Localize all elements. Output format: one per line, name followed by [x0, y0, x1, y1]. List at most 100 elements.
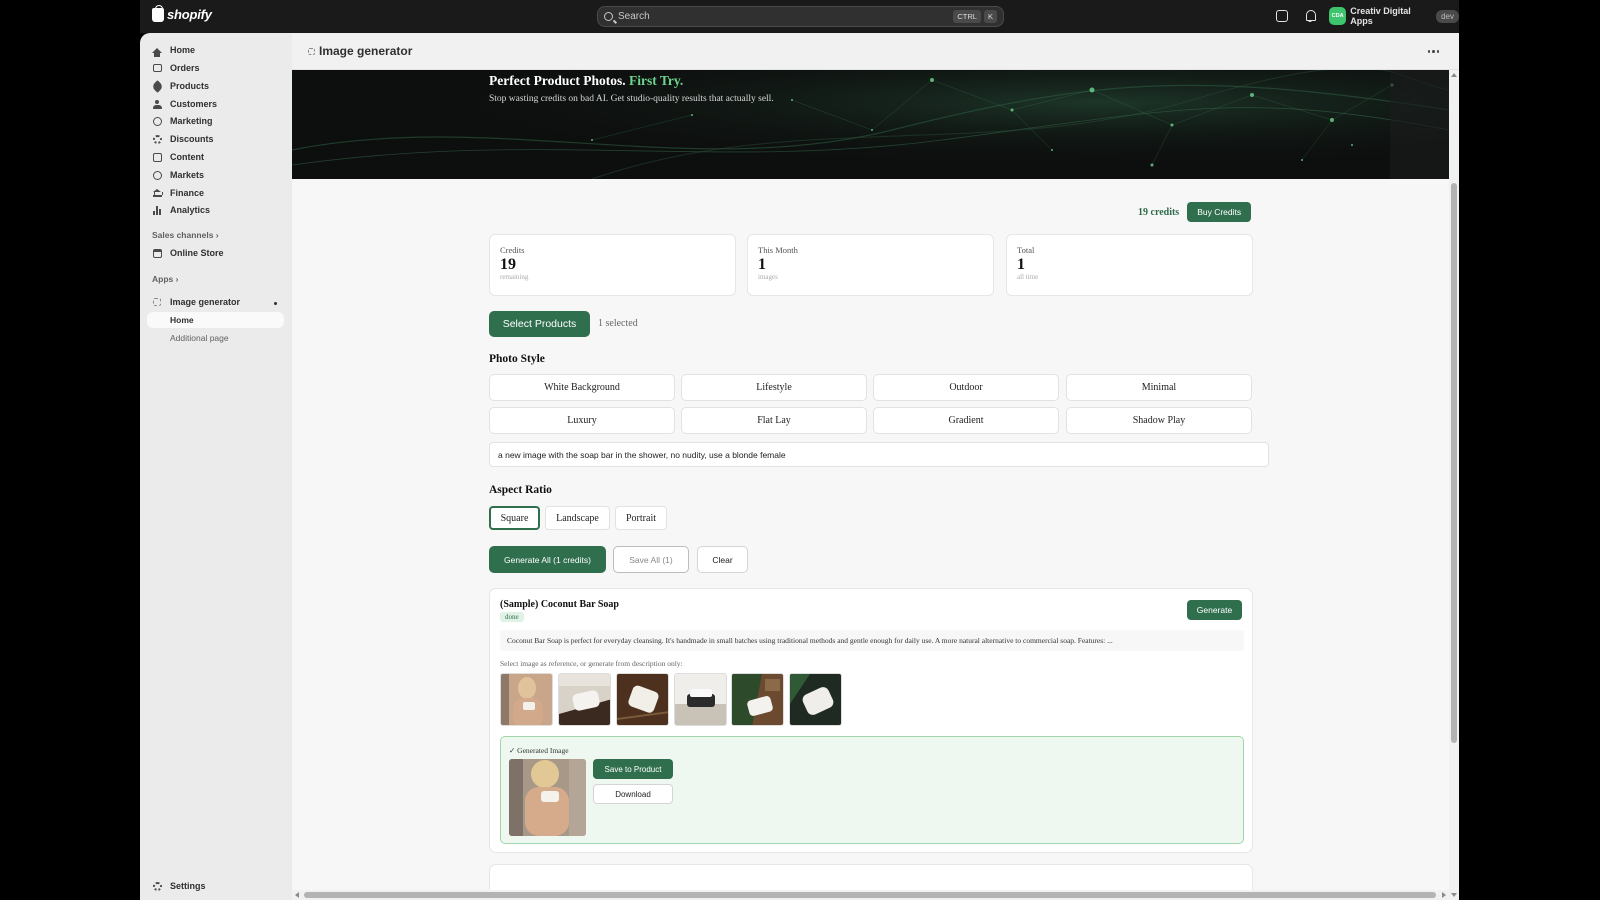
reference-thumbnail[interactable]: [789, 673, 842, 726]
stat-value: 19: [500, 256, 516, 273]
reference-thumbnail[interactable]: [558, 673, 611, 726]
sales-channels-heading[interactable]: Sales channels ›: [152, 230, 219, 240]
sidebar-sub-item-additional-page[interactable]: Additional page: [147, 330, 284, 346]
style-option-gradient[interactable]: Gradient: [873, 407, 1059, 434]
clear-button[interactable]: Clear: [697, 546, 748, 573]
shopify-logo[interactable]: shopify: [152, 4, 212, 22]
stat-card-total: Total 1 all time: [1006, 234, 1253, 296]
scrollbar-thumb[interactable]: [304, 892, 1436, 898]
more-actions-icon[interactable]: [1427, 50, 1439, 53]
buy-credits-button[interactable]: Buy Credits: [1187, 202, 1252, 222]
globe-icon: [152, 170, 162, 180]
sidebar-item-label: Analytics: [170, 205, 211, 215]
sidebar-item-customers[interactable]: Customers: [146, 95, 283, 113]
sidebar-item-analytics[interactable]: Analytics: [146, 201, 283, 219]
reference-thumbnail-image: [675, 674, 726, 725]
aspect-option-portrait[interactable]: Portrait: [615, 506, 667, 530]
search-placeholder: Search: [618, 11, 650, 22]
reference-thumbnail[interactable]: [616, 673, 669, 726]
reference-thumbnail[interactable]: [500, 673, 553, 726]
stat-label: Total: [1017, 245, 1035, 255]
scroll-down-arrow-icon[interactable]: [1451, 893, 1457, 897]
save-all-button[interactable]: Save All (1): [613, 546, 689, 573]
sidebar-item-marketing[interactable]: Marketing: [146, 112, 283, 130]
style-option-outdoor[interactable]: Outdoor: [873, 374, 1059, 401]
prompt-input[interactable]: a new image with the soap bar in the sho…: [489, 442, 1269, 467]
stat-label: This Month: [758, 245, 798, 255]
shopify-bag-icon: [152, 4, 164, 22]
sidebar-item-image-generator[interactable]: Image generator: [146, 293, 283, 311]
sidebar-item-orders[interactable]: Orders: [146, 59, 283, 77]
sidebar-item-content[interactable]: Content: [146, 148, 283, 166]
sidebar-item-finance[interactable]: Finance: [146, 184, 283, 202]
style-option-shadow-play[interactable]: Shadow Play: [1066, 407, 1252, 434]
product-title: (Sample) Coconut Bar Soap: [500, 599, 619, 610]
style-option-luxury[interactable]: Luxury: [489, 407, 675, 434]
scrollbar-thumb[interactable]: [1451, 183, 1457, 743]
store-icon[interactable]: [1276, 10, 1288, 22]
shortcut-key: CTRL: [953, 10, 981, 23]
generate-button[interactable]: Generate: [1187, 600, 1242, 620]
brand-name: shopify: [167, 7, 212, 22]
apps-heading[interactable]: Apps ›: [152, 274, 178, 284]
search-input[interactable]: Search CTRL K: [597, 6, 1004, 27]
credits-count: 19 credits: [1138, 206, 1180, 218]
shortcut-key: K: [983, 10, 997, 23]
sidebar-item-label: Online Store: [170, 248, 224, 258]
sidebar-item-label: Marketing: [170, 116, 213, 126]
aspect-option-landscape[interactable]: Landscape: [545, 506, 610, 530]
hero-subtitle: Stop wasting credits on bad AI. Get stud…: [489, 94, 774, 104]
reference-thumbnail[interactable]: [674, 673, 727, 726]
hero-title-text: Perfect Product Photos.: [489, 73, 626, 88]
vertical-scrollbar[interactable]: [1449, 70, 1459, 900]
generate-all-button[interactable]: Generate All (1 credits): [489, 546, 606, 573]
hero-title-accent: First Try.: [628, 73, 684, 88]
style-option-flat-lay[interactable]: Flat Lay: [681, 407, 867, 434]
account-avatar: CDA: [1329, 7, 1347, 25]
discount-icon: [152, 134, 162, 144]
stat-label: Credits: [500, 245, 525, 255]
aspect-option-square[interactable]: Square: [489, 506, 540, 530]
pin-icon[interactable]: [274, 302, 277, 305]
selected-count: 1 selected: [598, 318, 638, 329]
select-products-button[interactable]: Select Products: [489, 311, 590, 337]
target-icon: [152, 116, 162, 126]
sidebar-item-label: Image generator: [170, 297, 241, 307]
tag-icon: [150, 79, 164, 93]
save-to-product-button[interactable]: Save to Product: [593, 759, 673, 779]
generated-image-panel: ✓ Generated Image Save to Product Downlo…: [500, 736, 1244, 844]
sidebar-item-home[interactable]: Home: [146, 41, 283, 59]
sidebar-sub-item-label: Additional page: [170, 333, 229, 343]
sidebar-item-discounts[interactable]: Discounts: [146, 130, 283, 148]
photo-style-heading: Photo Style: [489, 353, 545, 365]
scroll-up-arrow-icon[interactable]: [1451, 73, 1457, 77]
stat-sub: images: [758, 273, 778, 281]
reference-thumbnail[interactable]: [731, 673, 784, 726]
reference-thumbnail-image: [559, 674, 610, 725]
stat-value: 1: [758, 256, 766, 273]
scroll-left-arrow-icon[interactable]: [295, 892, 299, 898]
style-option-lifestyle[interactable]: Lifestyle: [681, 374, 867, 401]
sidebar-item-products[interactable]: Products: [146, 77, 283, 95]
sales-channels-label: Sales channels: [152, 230, 214, 240]
horizontal-scrollbar[interactable]: [292, 890, 1449, 900]
scroll-right-arrow-icon[interactable]: [1442, 892, 1446, 898]
sidebar-item-label: Finance: [170, 188, 205, 198]
sidebar-sub-item-home[interactable]: Home: [147, 312, 284, 328]
apps-label: Apps: [152, 274, 174, 284]
style-option-minimal[interactable]: Minimal: [1066, 374, 1252, 401]
bell-icon[interactable]: [1304, 10, 1316, 22]
stat-value: 1: [1017, 256, 1025, 273]
gear-icon: [152, 881, 162, 891]
generated-image[interactable]: [509, 759, 586, 836]
download-button[interactable]: Download: [593, 784, 673, 804]
dev-badge: dev: [1436, 9, 1459, 23]
stat-sub: remaining: [500, 273, 529, 281]
sidebar-item-online-store[interactable]: Online Store: [146, 244, 283, 262]
style-option-white-background[interactable]: White Background: [489, 374, 675, 401]
sidebar-item-settings[interactable]: Settings: [146, 877, 283, 895]
account-menu[interactable]: CDA Creativ Digital Apps dev: [1329, 6, 1459, 26]
sidebar-item-markets[interactable]: Markets: [146, 166, 283, 184]
person-icon: [152, 99, 162, 109]
sidebar-item-label: Products: [170, 81, 210, 91]
